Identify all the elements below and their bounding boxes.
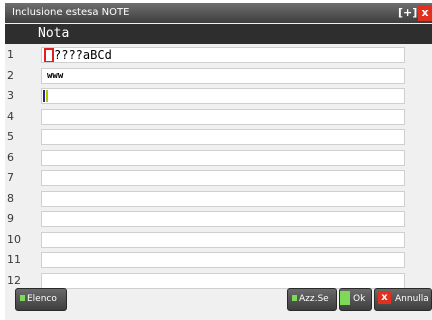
note-cell[interactable]: [41, 272, 405, 289]
note-cell[interactable]: [41, 190, 405, 207]
note-dialog: Inclusione estesa NOTE [+] x Nota 1 ????…: [5, 3, 432, 320]
annulla-button[interactable]: x Annulla: [374, 288, 432, 311]
note-cell[interactable]: www: [41, 67, 405, 84]
table-row: 6: [5, 148, 432, 169]
restore-icon[interactable]: [+]: [398, 6, 417, 20]
row-number: 8: [7, 191, 14, 205]
row-number: 2: [7, 68, 14, 82]
selection-marker: [44, 48, 54, 62]
row-number: 3: [7, 89, 14, 102]
title-bar: Inclusione estesa NOTE [+] x: [5, 3, 432, 23]
azz-se-button[interactable]: Azz.Se: [287, 288, 337, 311]
table-row: 4: [5, 107, 432, 128]
azz-se-label: Azz.Se: [299, 294, 329, 304]
close-icon[interactable]: x: [418, 5, 432, 21]
green-square-icon: [20, 294, 25, 301]
table-row: 8: [5, 189, 432, 210]
text-caret-highlight: [46, 90, 48, 102]
table-row: 7: [5, 168, 432, 189]
note-cell-active[interactable]: [41, 88, 405, 104]
table-row: 1 ????aBCd: [5, 45, 432, 66]
note-cell[interactable]: [41, 129, 405, 145]
table-row: 10: [5, 230, 432, 251]
text-caret: [43, 90, 45, 102]
elenco-button[interactable]: Elenco: [15, 288, 67, 311]
green-square-icon: [340, 290, 350, 305]
note-cell[interactable]: ????aBCd: [41, 47, 405, 63]
table-row: 3: [5, 86, 432, 107]
notes-grid: 1 ????aBCd 2 www 3 4 5 6 7 8 9 10 11 12: [5, 45, 432, 291]
row-number: 11: [7, 253, 21, 266]
table-row: 9: [5, 209, 432, 230]
note-cell[interactable]: [41, 108, 405, 125]
table-row: 5: [5, 127, 432, 148]
note-cell[interactable]: [41, 211, 405, 227]
row-number: 6: [7, 150, 14, 164]
annulla-label: Annulla: [395, 294, 429, 304]
note-cell[interactable]: [41, 170, 405, 186]
window-title: Inclusione estesa NOTE: [12, 7, 130, 18]
row-number: 10: [7, 232, 21, 246]
note-text: www: [47, 70, 64, 81]
red-x-icon: x: [378, 291, 391, 304]
row-number: 7: [7, 171, 14, 184]
note-text: ????aBCd: [54, 48, 112, 62]
ok-label: Ok: [353, 294, 366, 304]
note-cell[interactable]: [41, 149, 405, 166]
table-row: 2 www: [5, 66, 432, 87]
row-number: 4: [7, 109, 14, 123]
row-number: 9: [7, 212, 14, 225]
note-cell[interactable]: [41, 252, 405, 268]
elenco-label: Elenco: [27, 294, 57, 304]
note-cell[interactable]: [41, 231, 405, 248]
column-header-nota: Nota: [5, 24, 432, 44]
ok-button[interactable]: Ok: [339, 288, 372, 311]
green-square-icon: [292, 294, 297, 301]
table-row: 11: [5, 250, 432, 271]
row-number: 1: [7, 48, 14, 61]
row-number: 5: [7, 130, 14, 143]
column-header-label: Nota: [38, 26, 70, 41]
